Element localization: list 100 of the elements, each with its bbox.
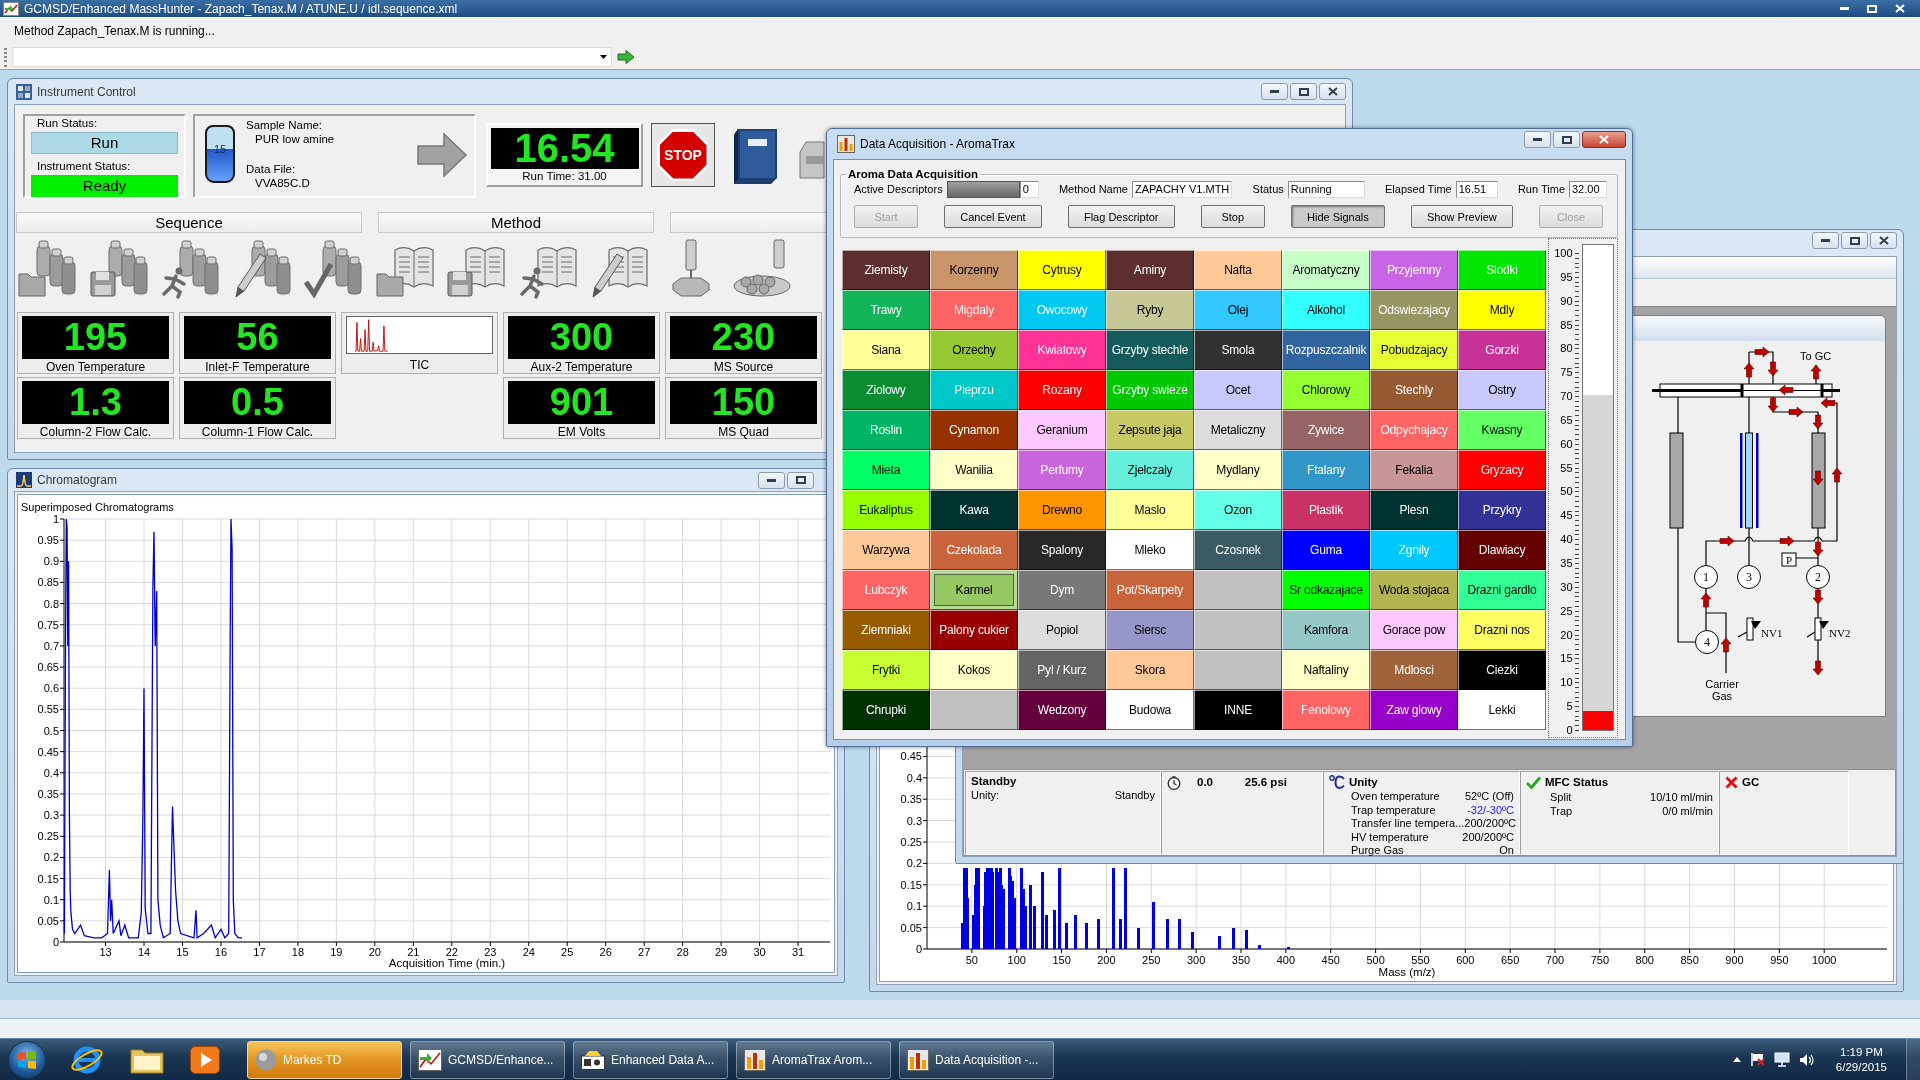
readout-label: MS Quad (718, 424, 769, 440)
readout-value: 300 (508, 316, 655, 359)
axis-tick-label: 0.6 (43, 682, 59, 695)
axis-tick-label: 0.1 (43, 893, 59, 906)
axis-tick-label: 950 (1770, 954, 1789, 966)
axis-tick-label: 350 (1231, 954, 1251, 966)
gauge-tick-label: 5 (1565, 700, 1574, 713)
field-label: Active Descriptors (854, 183, 943, 195)
group-title: Aroma Data Acquisition (847, 168, 979, 180)
readout-label: Oven Temperature (45, 359, 146, 375)
axis-tick-label: 0.7 (43, 639, 59, 652)
chart-title: Superimposed Chromatograms (21, 501, 174, 513)
instrument-status-field: Ready (31, 175, 178, 197)
readout-label: Inlet-F Temperature (205, 359, 310, 375)
status-label: Trap temperature (1351, 803, 1436, 816)
field-label: Run Status: (36, 116, 99, 130)
field-label: Data File: (246, 162, 297, 176)
axis-tick-label: 0.45 (900, 750, 922, 763)
axis-tick-label: 0.2 (906, 857, 922, 870)
axis-tick-label: 0.9 (43, 555, 59, 568)
axis-tick-label: 0.3 (43, 809, 59, 822)
axis-tick-label: 400 (1276, 954, 1296, 966)
readout-value: 195 (22, 316, 169, 359)
status-label: Oven temperature (1351, 790, 1440, 803)
readout-value: 0.5 (184, 381, 331, 424)
axis-tick-label: 0.55 (37, 703, 59, 716)
gauge-tick-label: 10 (1559, 676, 1574, 689)
section-header: Sequence (16, 212, 362, 233)
pane-title: GC (1742, 776, 1760, 789)
axis-tick-label: 25 (561, 946, 574, 958)
readout-value: 56 (184, 316, 331, 359)
axis-tick-label: 0.3 (906, 814, 922, 827)
axis-tick-label: 27 (638, 946, 651, 958)
pressure-sensor: P (1781, 552, 1797, 567)
gauge-tick-label: 0 (1565, 723, 1574, 736)
field-label: Method Name (1058, 183, 1128, 195)
axis-tick-label: 0.4 (906, 771, 922, 784)
axis-tick-label: 900 (1725, 954, 1744, 966)
gauge-tick-label: 85 (1559, 318, 1574, 331)
gauge-tick-label: 55 (1559, 461, 1574, 474)
valve-label: NV1 (1761, 627, 1783, 639)
data-file-name: VVA85C.D (254, 176, 311, 190)
inlet-label: Carrier Gas (1705, 678, 1739, 702)
status-label: Trap (1550, 804, 1573, 817)
status-value: 52ºC (Off) (1464, 790, 1514, 803)
status-value: 10/10 ml/min (1650, 791, 1713, 804)
sample-vial: 15 (205, 125, 235, 183)
readout-label: Aux-2 Temperature (530, 359, 633, 375)
axis-tick-label: 28 (676, 946, 689, 958)
gauge-tick-label: 40 (1559, 533, 1574, 546)
axis-tick-label: 0.25 (37, 830, 59, 843)
axis-tick-label: 17 (253, 946, 266, 958)
axis-tick-label: 16 (214, 946, 228, 958)
axis-tick-label: 300 (1187, 954, 1206, 966)
axis-tick-label: 1000 (1811, 954, 1837, 966)
axis-tick-label: 50 (965, 954, 978, 966)
field-label: Instrument Status: (36, 159, 132, 173)
axis-tick-label: 150 (1052, 954, 1071, 966)
axis-tick-label: 0.8 (43, 597, 59, 610)
axis-tick-label: 20 (368, 946, 381, 958)
run-time-caption: Run Time: 31.00 (522, 169, 607, 184)
valve-label: NV2 (1829, 627, 1851, 639)
valve-node: 4 (1695, 630, 1719, 654)
status-value: 200/200ºC (1462, 830, 1514, 843)
gauge-tick-label: 50 (1559, 485, 1574, 498)
gauge-tick-label: 20 (1559, 628, 1574, 641)
axis-tick-label: 22 (445, 946, 458, 958)
gauge-tick-label: 70 (1559, 390, 1574, 403)
axis-tick-label: 450 (1321, 954, 1340, 966)
gauge-tick-label: 100 (1553, 247, 1574, 259)
field-label: Run Time (1517, 183, 1565, 195)
axis-tick-label: 30 (753, 946, 766, 958)
gauge-tick-label: 15 (1559, 652, 1574, 665)
axis-tick-label: 0.15 (37, 872, 59, 885)
axis-tick-label: 0.05 (37, 914, 59, 927)
axis-tick-label: 0.5 (43, 724, 59, 737)
gauge-tick-label: 90 (1559, 294, 1574, 307)
axis-tick-label: 0.25 (900, 836, 922, 848)
section-header: Method (378, 212, 654, 233)
axis-tick-label: 13 (99, 946, 112, 958)
axis-tick-label: 550 (1411, 954, 1430, 966)
axis-tick-label: 0.45 (37, 745, 59, 758)
axis-tick-label: 650 (1501, 954, 1520, 966)
status-label: HV temperature (1351, 830, 1429, 843)
axis-tick-label: 500 (1366, 954, 1385, 966)
axis-tick-label: 250 (1142, 954, 1161, 966)
status-value: Standby (1114, 788, 1155, 801)
field-label: Sample Name: (246, 118, 324, 132)
status-value: 200/200ºC (1464, 817, 1517, 830)
status-value: -32/-30ºC (1467, 803, 1514, 816)
pane-title: Standby (971, 775, 1018, 788)
pane-title: MFC Status (1545, 776, 1609, 789)
readout-value: 1.3 (22, 381, 169, 424)
axis-tick-label: 0.65 (37, 661, 59, 674)
axis-tick-label: 31 (791, 946, 805, 958)
gauge-tick-label: 30 (1559, 580, 1574, 593)
readout-label: MS Source (713, 359, 774, 375)
gauge-tick-label: 35 (1559, 556, 1574, 569)
status-label: Purge Gas (1351, 844, 1404, 856)
readout-value: 901 (508, 381, 655, 424)
